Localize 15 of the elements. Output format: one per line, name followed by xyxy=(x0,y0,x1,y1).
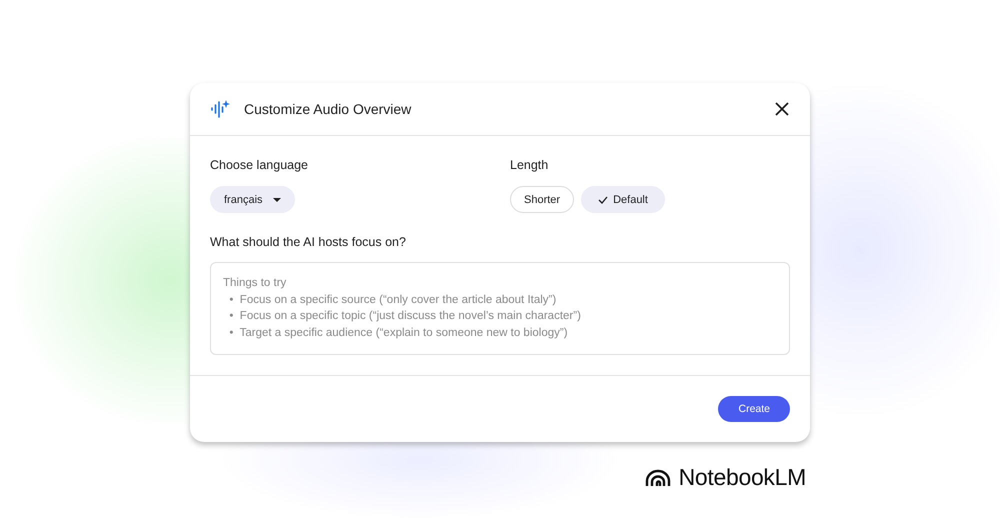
length-chip[interactable]: Default xyxy=(581,186,665,213)
caret-icon xyxy=(272,198,281,202)
language-dropdown[interactable]: français xyxy=(210,186,295,213)
dialog-title: Customize Audio Overview xyxy=(244,101,412,117)
audio-sparkle-icon xyxy=(210,100,230,118)
length-chip[interactable]: Shorter xyxy=(510,186,574,213)
length-label: Length xyxy=(510,158,550,172)
brand-name: NotebookLM xyxy=(678,464,806,491)
create-button[interactable]: Create xyxy=(718,396,790,422)
focus-label: What should the AI hosts focus on? xyxy=(210,235,407,249)
close-icon[interactable] xyxy=(774,101,790,117)
language-label: Choose language xyxy=(210,158,309,172)
logo-icon xyxy=(644,468,671,486)
check-icon xyxy=(598,196,608,204)
focus-input-field[interactable]: Things to try • Focus on a specific source (“only cover the article about Italy”) • Focus on a specific topic (“just discuss the novel’s main character”) • Target a specific audience (“explain to someone new to biology”) xyxy=(210,262,790,355)
